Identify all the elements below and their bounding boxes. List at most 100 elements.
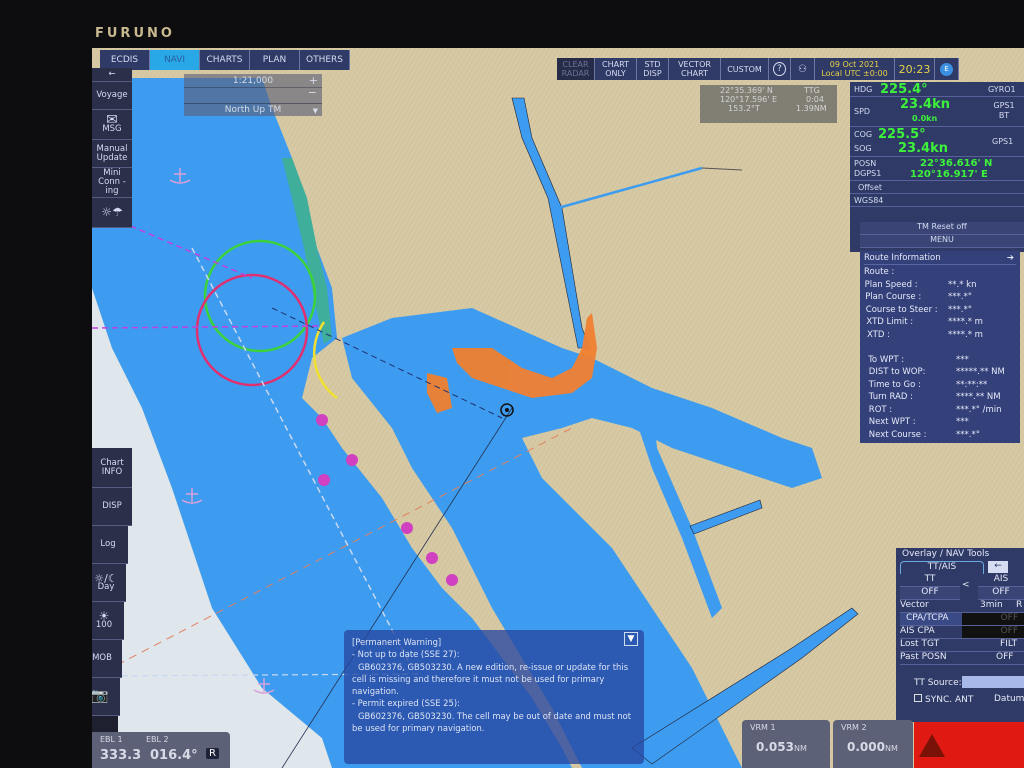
- spd-value: 23.4kn: [900, 97, 950, 112]
- ebl2-value: 016.4°: [150, 748, 198, 763]
- offset-label[interactable]: Offset: [858, 183, 882, 192]
- chart-only-button[interactable]: CHART ONLY: [595, 58, 637, 80]
- cog-label: COG: [854, 130, 873, 139]
- std-disp-button[interactable]: STD DISP: [637, 58, 669, 80]
- tab-navi[interactable]: NAVI: [150, 50, 200, 70]
- back-arrow-icon: ←: [108, 69, 116, 79]
- voyage-button[interactable]: Voyage: [92, 82, 132, 110]
- ais-cpa-value[interactable]: OFF: [962, 626, 1024, 638]
- tab-tt-ais[interactable]: TT/AIS: [900, 561, 984, 574]
- msg-button[interactable]: ✉ MSG: [92, 110, 132, 140]
- log-button[interactable]: Log: [92, 526, 128, 564]
- posn-label: POSN: [854, 159, 877, 168]
- past-posn-label: Past POSN: [900, 652, 947, 662]
- datum-overlay-label: Datum:: [994, 694, 1024, 704]
- cpa-tcpa-value[interactable]: OFF: [962, 613, 1024, 625]
- sun-umbrella-icon: ☼☂: [101, 205, 123, 219]
- tt-ais-switch[interactable]: <: [962, 580, 970, 590]
- route-row-value: **:**:**: [956, 379, 988, 390]
- users-icon: ⚇: [798, 63, 807, 75]
- chart-info-button[interactable]: Chart INFO: [92, 448, 132, 488]
- clear-radar-button[interactable]: CLEAR RADAR: [557, 58, 595, 80]
- e-badge: E: [940, 62, 953, 76]
- mini-conning-button[interactable]: Mini Conn -ing: [92, 168, 132, 198]
- route-row-value: ****.* m: [948, 329, 983, 340]
- permanent-warning-box: [Permanent Warning] - Not up to date (SS…: [344, 630, 644, 764]
- route-row-value: *****.** NM: [956, 367, 1005, 377]
- help-button[interactable]: ?: [769, 58, 791, 80]
- main-tabs: ECDIS NAVI CHARTS PLAN OTHERS: [100, 50, 350, 70]
- spd-water-value: 0.0kn: [912, 114, 938, 123]
- utc-text: Local UTC ±0:00: [821, 69, 888, 78]
- orientation-select[interactable]: North Up TM: [184, 103, 322, 116]
- hdg-label: HDG: [854, 85, 873, 94]
- tt-source-label: TT Source:: [914, 678, 962, 688]
- route-row-value: ***.*° /min: [956, 404, 1002, 415]
- vrm2-box[interactable]: VRM 2 0.000NM: [833, 720, 913, 768]
- ebl2-box[interactable]: EBL 2 016.4° R: [140, 732, 230, 768]
- route-info-title: Route Information: [864, 253, 941, 263]
- overlay-title: Overlay / NAV Tools: [902, 549, 990, 559]
- help-icon: ?: [773, 62, 786, 76]
- cursor-lat: 22°35.369' N: [720, 86, 773, 95]
- arrow-right-icon[interactable]: ➔: [1007, 253, 1014, 263]
- vrm1-box[interactable]: VRM 1 0.053NM: [742, 720, 830, 768]
- past-posn-value[interactable]: OFF: [996, 652, 1013, 662]
- msg-label: MSG: [102, 123, 122, 134]
- route-row-label: Plan Speed :: [864, 279, 918, 290]
- route-row-label: To WPT :: [868, 354, 905, 365]
- tab-ecdis[interactable]: ECDIS: [100, 50, 150, 70]
- tab-plan[interactable]: PLAN: [250, 50, 300, 70]
- top-toolbar: CLEAR RADAR CHART ONLY STD DISP VECTOR C…: [557, 58, 959, 80]
- route-row-value: **.* kn: [948, 279, 977, 290]
- tm-reset-button[interactable]: TM Reset off: [917, 222, 967, 231]
- route-row-value: ****.** NM: [956, 392, 1001, 402]
- manual-update-button[interactable]: Manual Update: [92, 140, 132, 168]
- vrm1-value: 0.053: [756, 740, 794, 754]
- mob-button[interactable]: MOB: [92, 640, 122, 678]
- cog-source: GPS1: [992, 137, 1014, 146]
- disp-button[interactable]: DISP: [92, 488, 132, 526]
- menu-button[interactable]: MENU: [930, 235, 954, 244]
- zoom-out-button[interactable]: −: [308, 86, 317, 99]
- tt-source-input[interactable]: [962, 676, 1024, 688]
- vector-chart-button[interactable]: VECTOR CHART: [669, 58, 721, 80]
- prev-arrow-icon[interactable]: ←: [988, 561, 1008, 573]
- ebl2-mode[interactable]: R: [206, 748, 219, 759]
- screenshot-button[interactable]: 📷: [92, 678, 120, 716]
- scale-box: 1:21,000 + − North Up TM ▼: [184, 74, 322, 116]
- route-information-panel: Route Information ➔ Route : Plan Speed : *…: [860, 251, 1020, 443]
- date-text: 09 Oct 2021: [829, 60, 880, 69]
- chevron-down-icon[interactable]: ▼: [313, 107, 318, 115]
- route-row-value: ***.*°: [948, 304, 972, 315]
- tab-others[interactable]: OTHERS: [300, 50, 350, 70]
- back-button[interactable]: ←: [92, 68, 132, 82]
- route-row-label: DIST to WOP:: [868, 367, 926, 377]
- custom-button[interactable]: CUSTOM: [721, 58, 769, 80]
- route-row-label: Plan Course :: [865, 292, 922, 302]
- ais-toggle[interactable]: OFF: [978, 587, 1024, 600]
- weather-button[interactable]: ☼☂: [92, 198, 132, 228]
- route-row-label: Course to Steer :: [865, 304, 938, 315]
- day-night-button[interactable]: ☼/☾ Day: [92, 564, 126, 602]
- cursor-range: 1.39NM: [796, 104, 827, 113]
- time-display: 20:23: [895, 58, 935, 80]
- route-row-label: Next Course :: [868, 429, 927, 440]
- tt-toggle[interactable]: OFF: [900, 587, 960, 600]
- lost-tgt-value[interactable]: FILT: [1000, 639, 1017, 649]
- datum-label: WGS84: [854, 196, 884, 205]
- collapse-warning-button[interactable]: ▼: [624, 632, 638, 646]
- cursor-bearing: 153.2°T: [728, 104, 760, 113]
- posn-source: DGPS1: [854, 169, 882, 178]
- brightness-button[interactable]: ☀ 100: [92, 602, 124, 640]
- e-button[interactable]: E: [935, 58, 959, 80]
- camera-icon: 📷: [92, 688, 109, 704]
- vector-mode[interactable]: R: [1016, 600, 1022, 610]
- tab-charts[interactable]: CHARTS: [200, 50, 250, 70]
- tt-label: TT: [900, 574, 960, 587]
- user-group-button[interactable]: ⚇: [791, 58, 815, 80]
- vector-value[interactable]: 3min: [980, 600, 1003, 610]
- sync-ant-checkbox[interactable]: [914, 694, 922, 702]
- ebl2-label: EBL 2: [146, 735, 169, 744]
- alarm-panel[interactable]: [914, 722, 1024, 768]
